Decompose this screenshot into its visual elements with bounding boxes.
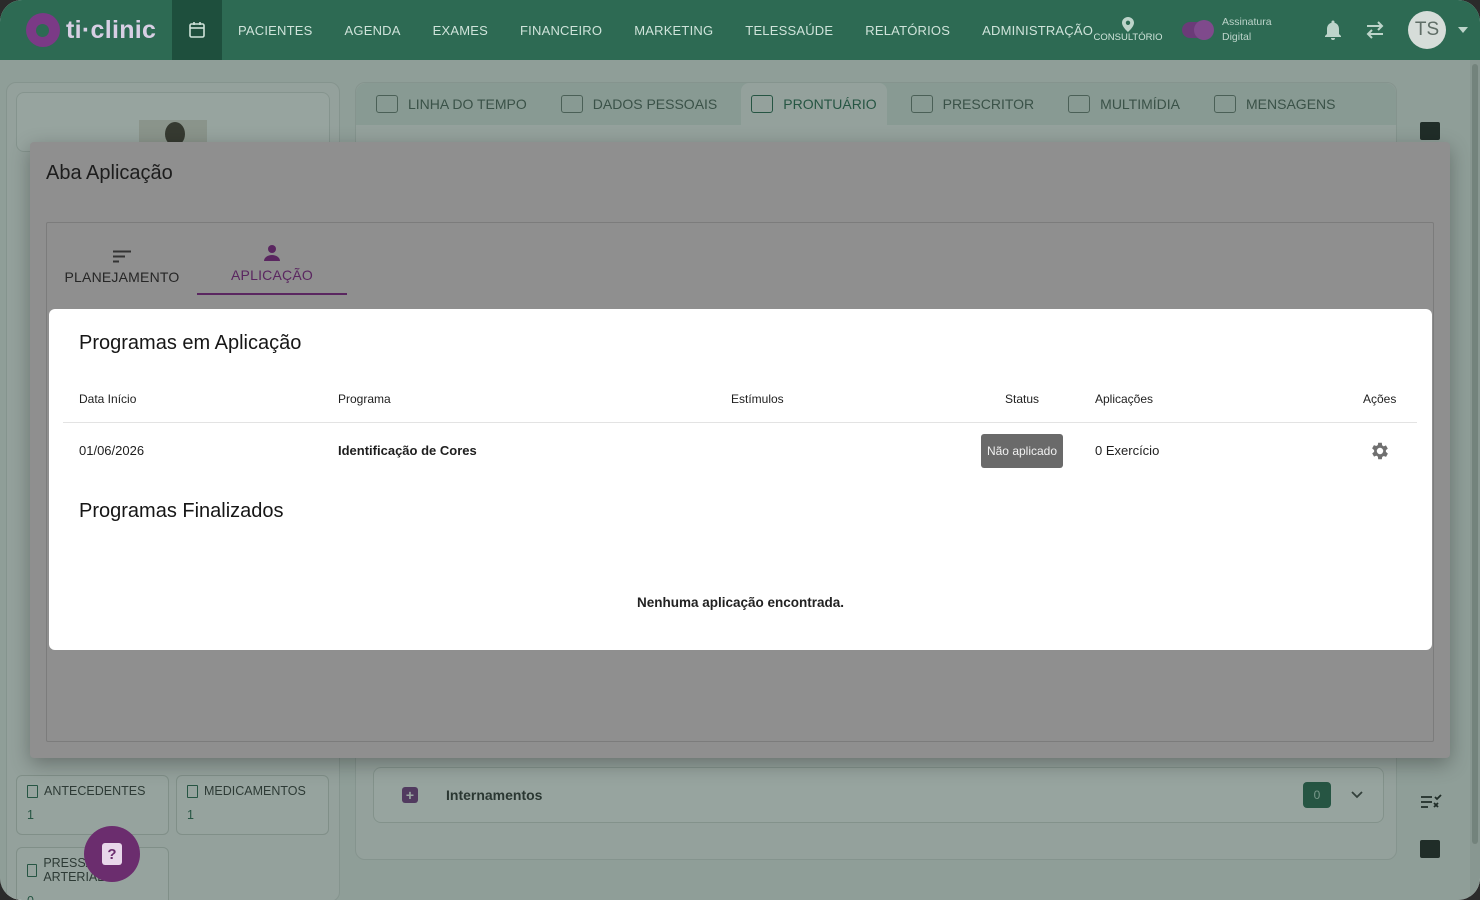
tab-aplicacao-label: APLICAÇÃO [231,267,313,283]
digital-signature-toggle[interactable] [1182,20,1214,40]
logo-text: ti·clinic [66,15,157,44]
nav-agenda[interactable]: AGENDA [345,23,401,38]
nav-administracao[interactable]: ADMINISTRAÇÃO [982,23,1093,38]
col-status: Status [1005,392,1040,406]
cell-programa: Identificação de Cores [338,443,477,458]
col-acoes: Ações [1363,392,1397,406]
swap-arrows-icon [1366,21,1384,39]
switch-button[interactable] [1354,21,1396,39]
nav-telessaude[interactable]: TELESSAÚDE [745,23,833,38]
nav-pacientes[interactable]: PACIENTES [238,23,313,38]
calendar-button[interactable] [172,0,222,60]
signature-line2: Digital [1222,31,1252,43]
programas-em-aplicacao-title: Programas em Aplicação [79,332,302,354]
digital-signature-label: Assinatura Digital [1222,15,1312,45]
col-programa: Programa [338,392,391,406]
location-pin-icon [1122,17,1134,32]
caret-down-icon [1458,27,1468,33]
top-navbar: ti·clinic PACIENTES AGENDA EXAMES FINANC… [0,0,1480,60]
app-logo[interactable]: ti·clinic [0,0,172,60]
sort-lines-icon [113,250,131,263]
col-aplicacoes: Aplicações [1095,392,1154,406]
main-nav: PACIENTES AGENDA EXAMES FINANCEIRO MARKE… [238,23,1125,38]
navbar-right: CONSULTÓRIO Assinatura Digital TS [1078,0,1480,60]
tab-planejamento[interactable]: PLANEJAMENTO [47,237,197,295]
notifications-button[interactable] [1312,20,1354,40]
logo-mark-icon [26,13,60,47]
nav-financeiro[interactable]: FINANCEIRO [520,23,602,38]
help-question-icon: ? [102,843,122,865]
cell-aplicacoes: 0 Exercício [1095,443,1160,458]
programs-card: Programas em Aplicação Data Início Progr… [49,309,1432,650]
dialog-title: Aba Aplicação [46,162,173,184]
programas-finalizados-title: Programas Finalizados [79,500,284,522]
table-divider [63,422,1417,423]
empty-state-message: Nenhuma aplicação encontrada. [636,595,845,610]
user-menu-button[interactable] [1446,27,1480,33]
col-data-inicio: Data Início [79,392,137,406]
user-avatar[interactable]: TS [1408,11,1446,49]
calendar-icon [189,22,205,38]
nav-marketing[interactable]: MARKETING [634,23,713,38]
app-screen: ti·clinic PACIENTES AGENDA EXAMES FINANC… [0,0,1480,900]
signature-line1: Assinatura [1222,16,1272,28]
help-button[interactable]: ? [84,826,140,882]
consultorio-label: CONSULTÓRIO [1093,32,1163,43]
bell-icon [1325,20,1341,40]
tab-aplicacao[interactable]: APLICAÇÃO [197,237,347,295]
person-icon [264,245,280,261]
nav-relatorios[interactable]: RELATÓRIOS [865,23,950,38]
cell-data-inicio: 01/06/2026 [79,443,145,458]
status-badge: Não aplicado [981,434,1063,468]
consultorio-selector[interactable]: CONSULTÓRIO [1078,17,1178,43]
col-estimulos: Estímulos [731,392,784,406]
gear-icon[interactable] [1369,440,1391,462]
tab-planejamento-label: PLANEJAMENTO [64,269,180,285]
nav-exames[interactable]: EXAMES [433,23,488,38]
